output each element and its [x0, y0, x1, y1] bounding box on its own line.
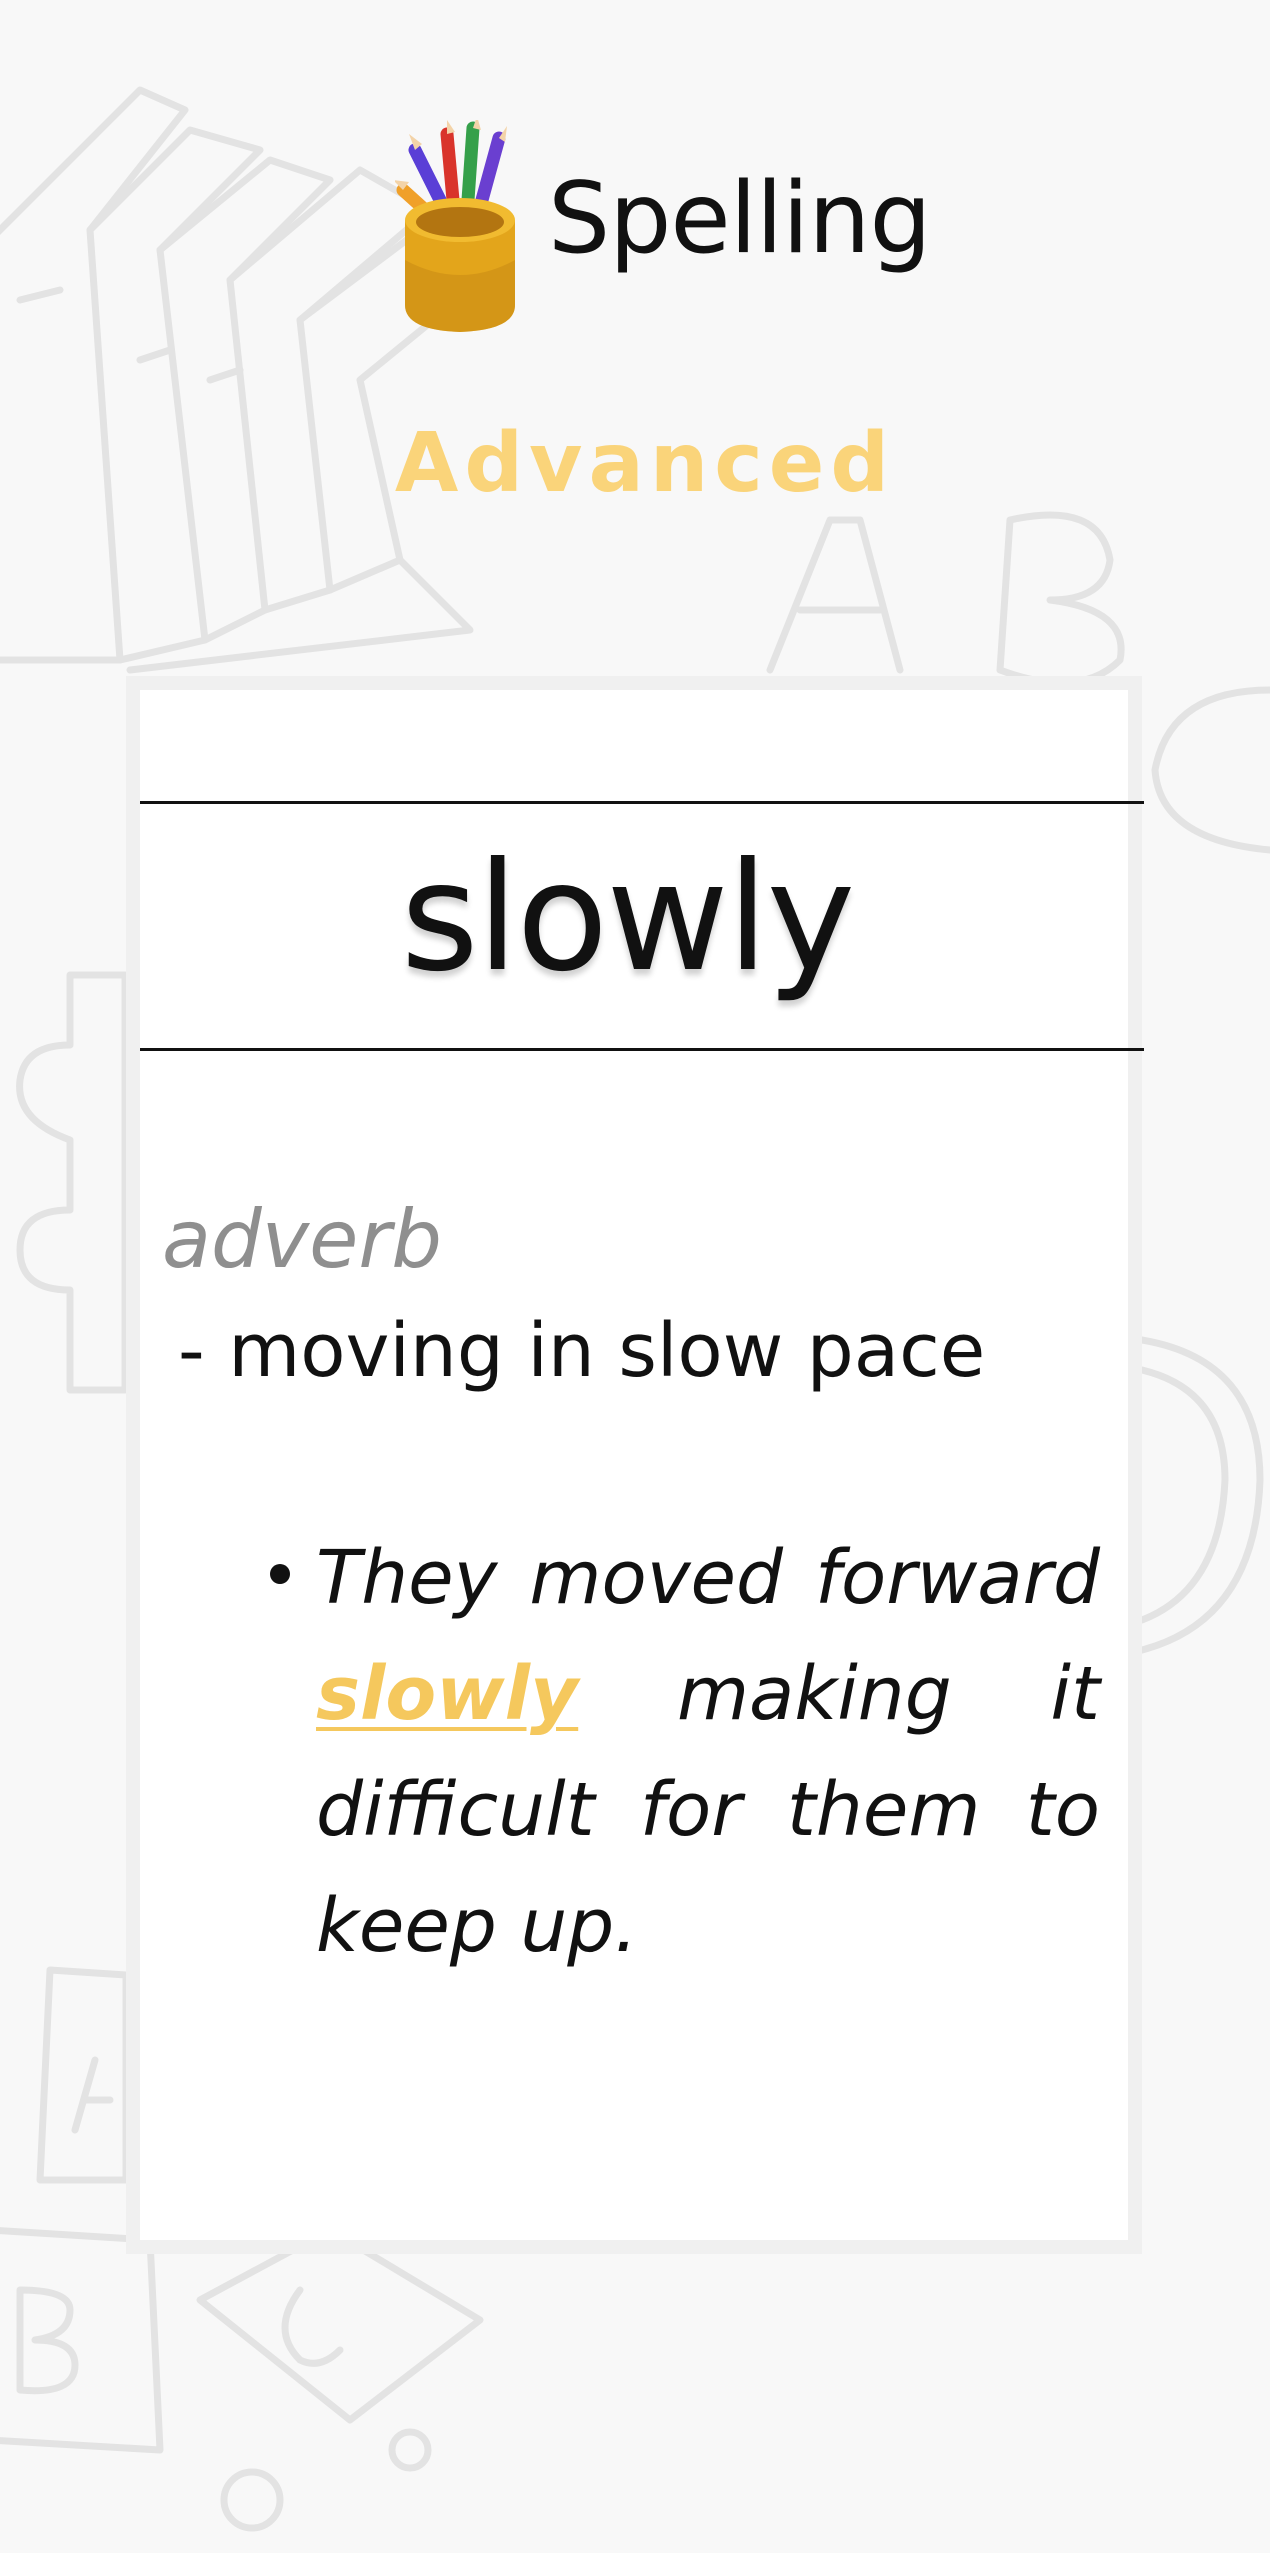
app-header: Spelling	[0, 116, 1270, 340]
pencil-cup-icon	[393, 116, 535, 340]
example-highlighted-word: slowly	[316, 1651, 579, 1737]
example-text-before: They moved forward	[316, 1535, 1100, 1621]
circle-doodle	[1138, 1336, 1264, 1654]
puzzle-doodle	[16, 971, 129, 1394]
example-list: They moved forward slowly making it diff…	[220, 1520, 1100, 1984]
spelling-word: slowly	[400, 831, 856, 1005]
bullet-icon	[270, 1564, 290, 1584]
part-of-speech: adverb	[162, 1193, 443, 1286]
level-label: Advanced	[394, 416, 896, 511]
example-sentence: They moved forward slowly making it diff…	[270, 1520, 1100, 1984]
word-card: slowly adverb - moving in slow pace They…	[126, 676, 1144, 2254]
divider-top	[140, 801, 1144, 804]
app-title: Spelling	[548, 162, 932, 276]
definition: - moving in slow pace	[178, 1308, 986, 1394]
divider-bottom	[140, 1048, 1144, 1051]
